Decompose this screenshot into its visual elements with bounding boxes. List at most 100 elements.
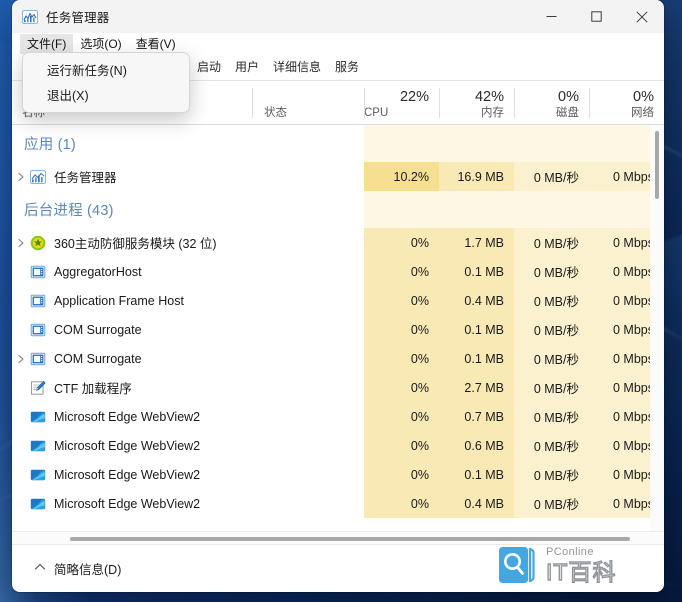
process-group-cpu-cell [364,125,439,162]
menu-item-view[interactable]: 查看(V) [129,34,183,54]
process-group-title: 应用 (1) [24,137,76,153]
chevron-right-icon[interactable] [12,354,30,364]
horizontal-scrollbar-thumb[interactable] [70,537,630,541]
process-cpu-cell: 0% [364,228,439,257]
process-group-cpu-cell [364,191,439,228]
vertical-scrollbar[interactable] [650,125,664,531]
edge-webview2-icon [30,438,46,454]
process-status-cell [252,344,364,373]
process-list-container: 应用 (1) 任务管理器 10.2% 16.9 MB 0 MB/秒 0 Mbps 后台进程… [12,125,664,531]
process-memory-cell: 0.1 MB [439,344,514,373]
process-name-cell[interactable]: COM Surrogate [12,315,252,344]
column-header-network[interactable]: 0% 网络 [589,81,664,124]
chevron-right-icon[interactable] [12,238,30,248]
table-row[interactable]: 任务管理器 10.2% 16.9 MB 0 MB/秒 0 Mbps [12,162,664,191]
table-row[interactable]: COM Surrogate 0% 0.1 MB 0 MB/秒 0 Mbps [12,344,664,373]
ctf-loader-pen-icon [30,380,46,396]
status-bar: 简略信息(D) PConline IT百科 [12,544,664,592]
process-name-cell[interactable]: Microsoft Edge WebView2 [12,402,252,431]
table-row[interactable]: 360主动防御服务模块 (32 位) 0% 1.7 MB 0 MB/秒 0 Mbps [12,228,664,257]
table-row[interactable]: CTF 加载程序 0% 2.7 MB 0 MB/秒 0 Mbps [12,373,664,402]
table-row[interactable]: Microsoft Edge WebView2 0% 0.6 MB 0 MB/秒 0 M… [12,431,664,460]
fewer-details-button[interactable]: 简略信息(D) [34,559,121,578]
process-cpu-cell: 0% [364,344,439,373]
table-row[interactable]: COM Surrogate 0% 0.1 MB 0 MB/秒 0 Mbps [12,315,664,344]
vertical-scrollbar-thumb[interactable] [655,131,659,199]
process-group-status-cell [252,191,364,228]
process-memory-cell: 0.1 MB [439,257,514,286]
process-group-disk-cell [514,125,589,162]
table-row[interactable]: Microsoft Edge WebView2 0% 0.4 MB 0 MB/秒 0 M… [12,489,664,518]
process-name-cell[interactable]: COM Surrogate [12,344,252,373]
window-controls [529,0,664,33]
process-name-cell[interactable]: CTF 加载程序 [12,373,252,402]
process-name-label: Microsoft Edge WebView2 [54,496,201,511]
process-group-status-cell [252,125,364,162]
minimize-icon[interactable] [529,0,574,33]
process-name-cell[interactable]: Microsoft Edge WebView2 [12,489,252,518]
window-title: 任务管理器 [46,11,110,25]
process-group-header: 应用 (1) [12,125,664,162]
process-list: 应用 (1) 任务管理器 10.2% 16.9 MB 0 MB/秒 0 Mbps 后台进程… [12,125,664,531]
process-status-cell [252,402,364,431]
process-memory-cell: 16.9 MB [439,162,514,191]
process-disk-cell: 0 MB/秒 [514,373,589,402]
column-header-disk[interactable]: 0% 磁盘 [514,81,589,124]
process-disk-cell: 0 MB/秒 [514,489,589,518]
close-icon[interactable] [619,0,664,33]
menu-run-new-task[interactable]: 运行新任务(N) [23,57,189,82]
column-header-status-label: 状态 [264,107,287,119]
process-name-cell[interactable]: Application Frame Host [12,286,252,315]
process-memory-cell: 0.1 MB [439,315,514,344]
chevron-right-icon[interactable] [12,172,30,182]
table-row[interactable]: AggregatorHost 0% 0.1 MB 0 MB/秒 0 Mbps [12,257,664,286]
process-cpu-cell: 0% [364,373,439,402]
column-header-disk-pct: 0% [558,89,579,105]
table-row[interactable]: Microsoft Edge WebView2 0% 0.7 MB 0 MB/秒 0 M… [12,402,664,431]
pconline-watermark: PConline IT百科 [497,544,638,586]
process-name-cell[interactable]: 任务管理器 [12,162,252,191]
horizontal-scrollbar[interactable] [12,531,664,544]
process-status-cell [252,286,364,315]
tab-details[interactable]: 详细信息 [266,55,328,80]
process-group-header: 后台进程 (43) [12,191,664,228]
menu-exit[interactable]: 退出(X) [23,82,189,107]
chevron-up-icon [34,560,46,578]
maximize-icon[interactable] [574,0,619,33]
column-header-status[interactable]: 状态 [252,81,364,124]
column-header-memory[interactable]: 42% 内存 [439,81,514,124]
table-row[interactable]: Microsoft Edge WebView2 0% 0.1 MB 0 MB/秒 0 M… [12,460,664,489]
tab-startup[interactable]: 启动 [190,55,228,80]
tab-services[interactable]: 服务 [328,55,366,80]
task-manager-window: 任务管理器 文件(F) 选项(O) 查看(V) 启动 用户 详细信息 服务 名称… [12,0,664,592]
process-cpu-cell: 0% [364,315,439,344]
process-disk-cell: 0 MB/秒 [514,286,589,315]
process-cpu-cell: 0% [364,460,439,489]
generic-window-icon [30,293,46,309]
title-bar[interactable]: 任务管理器 [12,0,664,33]
column-header-cpu[interactable]: 22% CPU [364,81,439,124]
process-name-label: COM Surrogate [54,351,142,366]
table-row[interactable]: Application Frame Host 0% 0.4 MB 0 MB/秒 0 Mb… [12,286,664,315]
process-name-cell[interactable]: 360主动防御服务模块 (32 位) [12,228,252,257]
process-status-cell [252,257,364,286]
column-header-network-pct: 0% [633,89,654,105]
process-cpu-cell: 0% [364,431,439,460]
process-memory-cell: 0.6 MB [439,431,514,460]
process-memory-cell: 2.7 MB [439,373,514,402]
process-name-label: Microsoft Edge WebView2 [54,438,201,453]
process-group-name-cell: 应用 (1) [12,125,252,162]
process-disk-cell: 0 MB/秒 [514,344,589,373]
process-memory-cell: 0.4 MB [439,286,514,315]
menu-item-options[interactable]: 选项(O) [73,34,128,54]
process-name-cell[interactable]: Microsoft Edge WebView2 [12,431,252,460]
menu-item-file[interactable]: 文件(F) [20,34,74,54]
tab-users[interactable]: 用户 [228,55,266,80]
process-name-cell[interactable]: Microsoft Edge WebView2 [12,460,252,489]
pconline-brand-label: PConline [546,545,594,558]
process-status-cell [252,162,364,191]
process-name-cell[interactable]: AggregatorHost [12,257,252,286]
process-cpu-cell: 0% [364,257,439,286]
process-disk-cell: 0 MB/秒 [514,228,589,257]
process-disk-cell: 0 MB/秒 [514,460,589,489]
